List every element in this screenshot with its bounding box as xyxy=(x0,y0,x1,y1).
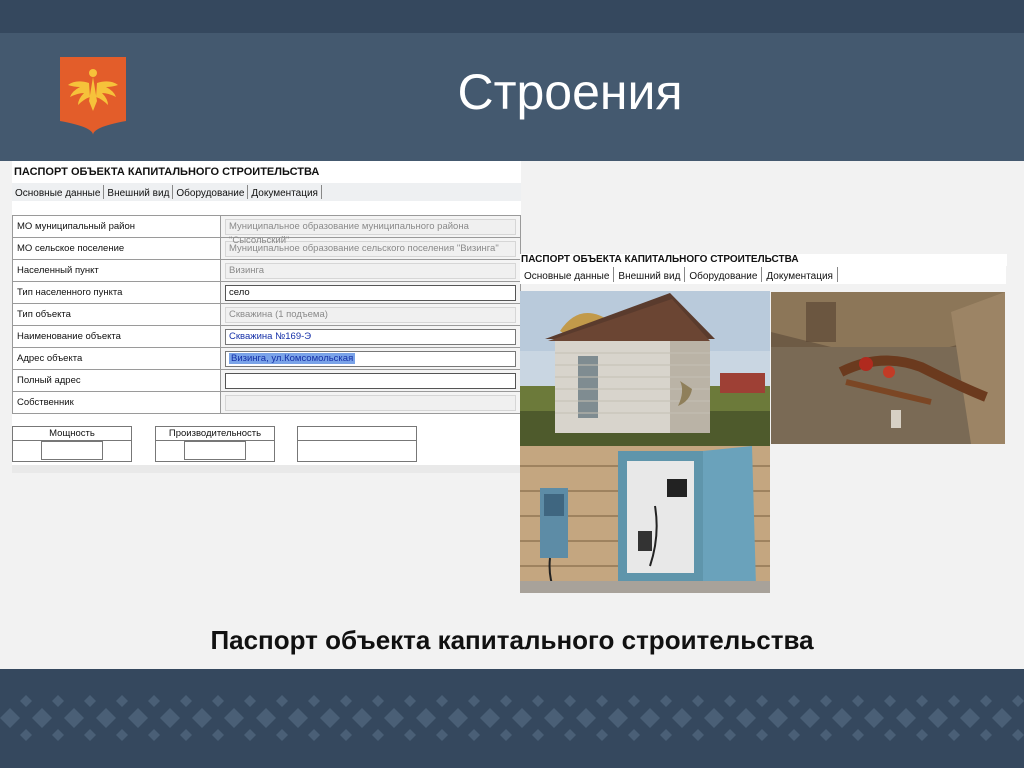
photo-panel-title: ПАСПОРТ ОБЪЕКТА КАПИТАЛЬНОГО СТРОИТЕЛЬСТ… xyxy=(520,254,1007,266)
photo-panel: ПАСПОРТ ОБЪЕКТА КАПИТАЛЬНОГО СТРОИТЕЛЬСТ… xyxy=(520,254,1007,594)
capacity-box: Производительность xyxy=(155,426,275,462)
photo-panel-tabs: Основные данные Внешний вид Оборудование До… xyxy=(520,266,1006,284)
capacity-label: Производительность xyxy=(156,427,274,441)
table-row: Адрес объекта Визинга, ул.Комсомольская xyxy=(12,347,521,370)
slide-content: ПАСПОРТ ОБЪЕКТА КАПИТАЛЬНОГО СТРОИТЕЛЬСТ… xyxy=(0,161,1024,669)
table-row: Населенный пункт Визинга xyxy=(12,259,521,282)
extra-label xyxy=(298,427,416,441)
form-table: МО муниципальный район Муниципальное обр… xyxy=(12,215,521,414)
object-type-field: Скважина (1 подъема) xyxy=(225,306,516,323)
field-label: МО муниципальный район xyxy=(12,215,221,238)
owner-field xyxy=(225,394,516,411)
table-row: Собственник xyxy=(12,391,521,414)
field-label: Полный адрес xyxy=(12,369,221,392)
field-label: Тип объекта xyxy=(12,303,221,326)
form-bottom-strip xyxy=(12,465,521,473)
ornament-footer xyxy=(0,669,1024,768)
tab-main-data[interactable]: Основные данные xyxy=(12,185,105,199)
table-row: МО муниципальный район Муниципальное обр… xyxy=(12,215,521,246)
locality-field: Визинга xyxy=(225,262,516,279)
power-box: Мощность xyxy=(12,426,132,462)
form-tabs: Основные данные Внешний вид Оборудование До… xyxy=(12,183,521,201)
rural-settlement-field: Муниципальное образование сельского посе… xyxy=(225,240,516,257)
tab-appearance[interactable]: Внешний вид xyxy=(104,185,174,199)
table-row: Полный адрес xyxy=(12,369,521,392)
extra-box xyxy=(297,426,417,462)
field-label: Адрес объекта xyxy=(12,347,221,370)
table-row: Тип населенного пункта село xyxy=(12,281,521,304)
power-label: Мощность xyxy=(13,427,131,441)
slide-caption: Паспорт объекта капитального строительст… xyxy=(210,625,814,655)
capacity-input[interactable] xyxy=(184,441,246,460)
table-row: Тип объекта Скважина (1 подъема) xyxy=(12,303,521,326)
form-title: ПАСПОРТ ОБЪЕКТА КАПИТАЛЬНОГО СТРОИТЕЛЬСТ… xyxy=(14,166,320,178)
locality-type-select[interactable]: село xyxy=(225,284,516,301)
field-label: Населенный пункт xyxy=(12,259,221,282)
slide-title: Строения xyxy=(457,64,683,120)
tab-equipment[interactable]: Оборудование xyxy=(173,185,249,199)
table-row: Наименование объекта Скважина №169-Э xyxy=(12,325,521,348)
tab-equipment[interactable]: Оборудование xyxy=(685,267,763,282)
municipal-district-field: Муниципальное образование муниципального… xyxy=(225,218,516,246)
field-label: Тип населенного пункта xyxy=(12,281,221,304)
komi-emblem-icon xyxy=(60,57,126,135)
top-strip xyxy=(0,0,1024,33)
ornament-pattern xyxy=(0,691,1024,745)
passport-form: ПАСПОРТ ОБЪЕКТА КАПИТАЛЬНОГО СТРОИТЕЛЬСТ… xyxy=(12,161,521,473)
object-address-field[interactable]: Визинга, ул.Комсомольская xyxy=(225,350,516,367)
electrical-photo xyxy=(520,446,770,593)
tab-documentation[interactable]: Документация xyxy=(762,267,838,282)
building-photo xyxy=(520,291,770,446)
field-label: Собственник xyxy=(12,391,221,414)
selected-address-text: Визинга, ул.Комсомольская xyxy=(229,352,356,364)
tab-main-data[interactable]: Основные данные xyxy=(520,267,615,282)
pipes-photo xyxy=(771,292,1005,444)
field-label: Наименование объекта xyxy=(12,325,221,348)
tab-documentation[interactable]: Документация xyxy=(248,185,322,199)
field-label: МО сельское поселение xyxy=(12,237,221,260)
power-input[interactable] xyxy=(41,441,103,460)
slide-header: Строения xyxy=(0,33,1024,161)
object-name-field[interactable]: Скважина №169-Э xyxy=(225,328,516,345)
tab-appearance[interactable]: Внешний вид xyxy=(614,267,686,282)
full-address-input[interactable] xyxy=(225,372,516,389)
